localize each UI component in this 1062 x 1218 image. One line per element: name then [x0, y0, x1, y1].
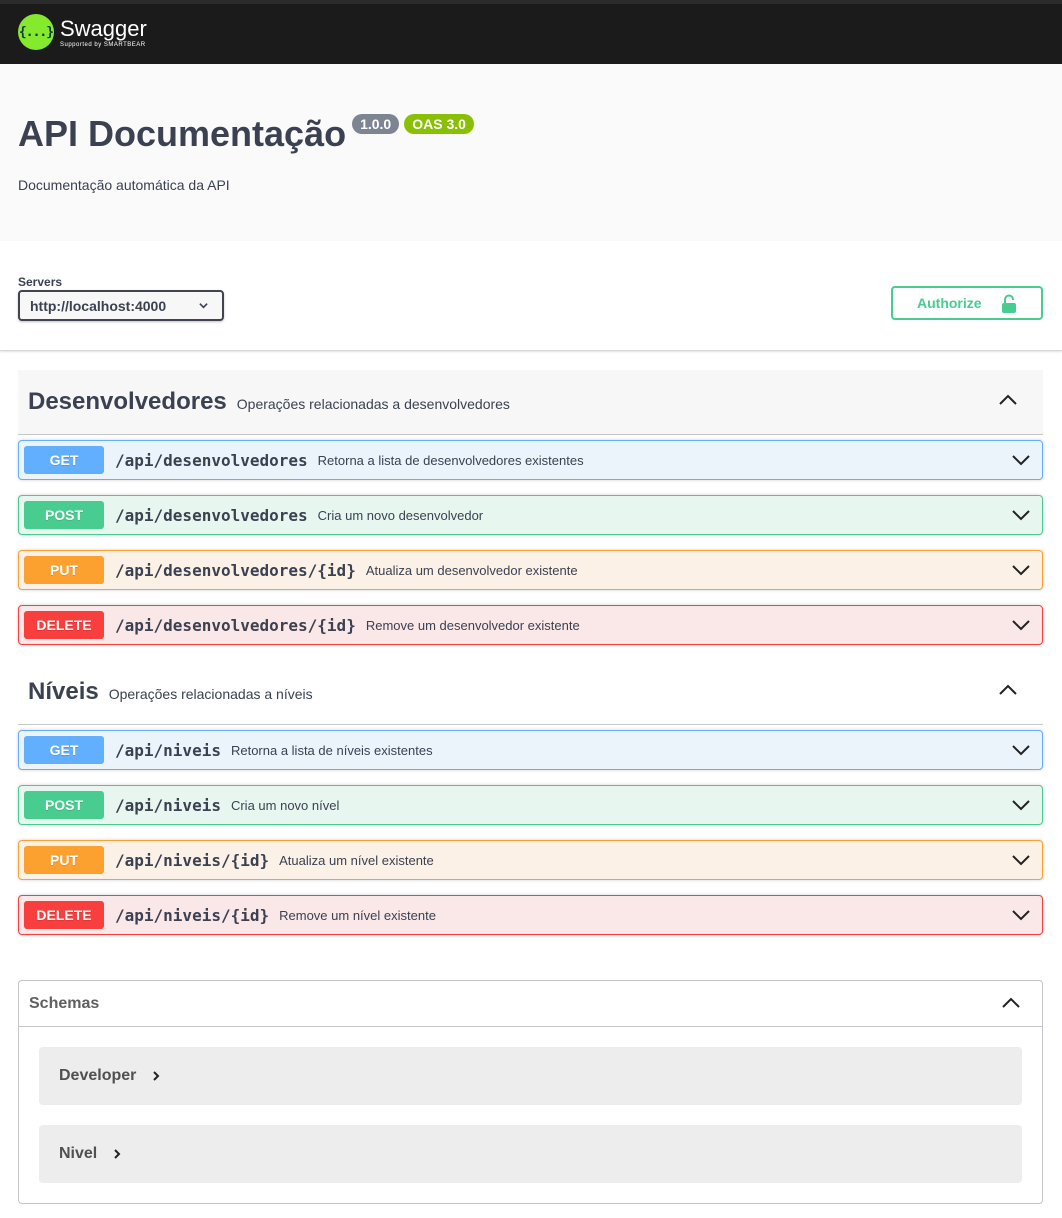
operation-path: /api/desenvolvedores	[115, 450, 308, 470]
chevron-down-icon	[199, 303, 208, 309]
tag-header-desenvolvedores[interactable]: Desenvolvedores Operações relacionadas a…	[18, 370, 1043, 435]
unlock-icon	[1002, 294, 1016, 313]
method-badge: DELETE	[24, 611, 104, 639]
tag-name: Níveis	[28, 678, 99, 705]
authorize-label: Authorize	[917, 295, 982, 311]
model-developer[interactable]: Developer	[39, 1047, 1022, 1105]
brand-name: Swagger	[60, 15, 147, 41]
operation-path: /api/niveis/{id}	[115, 850, 270, 870]
operation-summary: Cria um novo desenvolvedor	[317, 507, 484, 523]
method-badge: POST	[24, 501, 104, 529]
version-badge: 1.0.0	[352, 114, 400, 134]
method-badge: PUT	[24, 846, 104, 874]
operation-path: /api/desenvolvedores/{id}	[115, 560, 356, 580]
operation-post-desenvolvedores[interactable]: POST /api/desenvolvedores Cria um novo d…	[18, 495, 1043, 535]
operation-summary: Cria um novo nível	[230, 797, 340, 813]
servers-label: Servers	[18, 275, 63, 289]
schemas-header[interactable]: Schemas	[19, 981, 1042, 1027]
method-badge: GET	[24, 446, 104, 474]
topbar: {...} Swagger Supported by SMARTBEAR	[0, 0, 1062, 64]
operation-path: /api/desenvolvedores	[115, 505, 308, 525]
method-badge: DELETE	[24, 901, 104, 929]
chevron-down-icon[interactable]	[1012, 744, 1030, 756]
operation-path: /api/niveis	[115, 740, 221, 760]
scheme-container: Servers http://localhost:4000 Authorize	[0, 241, 1062, 351]
swagger-logo[interactable]: {...} Swagger Supported by SMARTBEAR	[18, 14, 147, 50]
tag-description: Operações relacionadas a desenvolvedores	[236, 396, 510, 412]
operation-put-desenvolvedores[interactable]: PUT /api/desenvolvedores/{id} Atualiza u…	[18, 550, 1043, 590]
operation-get-niveis[interactable]: GET /api/niveis Retorna a lista de nívei…	[18, 730, 1043, 770]
operation-summary: Atualiza um desenvolvedor existente	[365, 562, 578, 578]
chevron-up-icon[interactable]	[999, 394, 1017, 406]
chevron-down-icon[interactable]	[1012, 509, 1030, 521]
operation-path: /api/niveis/{id}	[115, 905, 270, 925]
chevron-up-icon[interactable]	[1002, 997, 1020, 1009]
operation-summary: Retorna a lista de níveis existentes	[230, 742, 433, 758]
schemas-title: Schemas	[29, 994, 100, 1012]
page-title: API Documentação	[18, 113, 347, 154]
chevron-down-icon[interactable]	[1012, 799, 1030, 811]
brand-subtitle: Supported by SMARTBEAR	[60, 41, 146, 48]
chevron-down-icon[interactable]	[1012, 564, 1030, 576]
chevron-up-icon[interactable]	[999, 684, 1017, 696]
api-info: API Documentação 1.0.0 OAS 3.0 Documenta…	[0, 64, 1062, 241]
method-badge: POST	[24, 791, 104, 819]
operation-get-desenvolvedores[interactable]: GET /api/desenvolvedores Retorna a lista…	[18, 440, 1043, 480]
tag-header-niveis[interactable]: Níveis Operações relacionadas a níveis	[18, 660, 1043, 725]
operation-path: /api/niveis	[115, 795, 221, 815]
operation-summary: Remove um nível existente	[279, 907, 436, 923]
model-name: Developer	[59, 1067, 137, 1084]
servers-select[interactable]: http://localhost:4000	[18, 290, 224, 321]
chevron-down-icon[interactable]	[1012, 619, 1030, 631]
authorize-button[interactable]: Authorize	[891, 286, 1043, 320]
api-description: Documentação automática da API	[18, 177, 230, 193]
method-badge: PUT	[24, 556, 104, 584]
operation-summary: Atualiza um nível existente	[279, 852, 434, 868]
model-nivel[interactable]: Nivel	[39, 1125, 1022, 1183]
operation-delete-niveis[interactable]: DELETE /api/niveis/{id} Remove um nível …	[18, 895, 1043, 935]
operation-summary: Remove um desenvolvedor existente	[365, 617, 580, 633]
chevron-down-icon[interactable]	[1012, 854, 1030, 866]
chevron-down-icon[interactable]	[1012, 454, 1030, 466]
chevron-right-icon	[153, 1071, 160, 1081]
operation-path: /api/desenvolvedores/{id}	[115, 615, 356, 635]
tag-name: Desenvolvedores	[28, 388, 227, 415]
model-name: Nivel	[59, 1145, 98, 1162]
servers-selected-value: http://localhost:4000	[30, 297, 167, 314]
chevron-down-icon[interactable]	[1012, 909, 1030, 921]
operation-post-niveis[interactable]: POST /api/niveis Cria um novo nível	[18, 785, 1043, 825]
method-badge: GET	[24, 736, 104, 764]
tag-description: Operações relacionadas a níveis	[108, 686, 313, 702]
swagger-logo-icon: {...}	[18, 14, 54, 50]
chevron-right-icon	[114, 1149, 121, 1159]
oas-badge: OAS 3.0	[404, 114, 474, 134]
operation-put-niveis[interactable]: PUT /api/niveis/{id} Atualiza um nível e…	[18, 840, 1043, 880]
operation-delete-desenvolvedores[interactable]: DELETE /api/desenvolvedores/{id} Remove …	[18, 605, 1043, 645]
operation-summary: Retorna a lista de desenvolvedores exist…	[317, 452, 584, 468]
schemas-section: Schemas Developer Nivel	[18, 980, 1043, 1204]
